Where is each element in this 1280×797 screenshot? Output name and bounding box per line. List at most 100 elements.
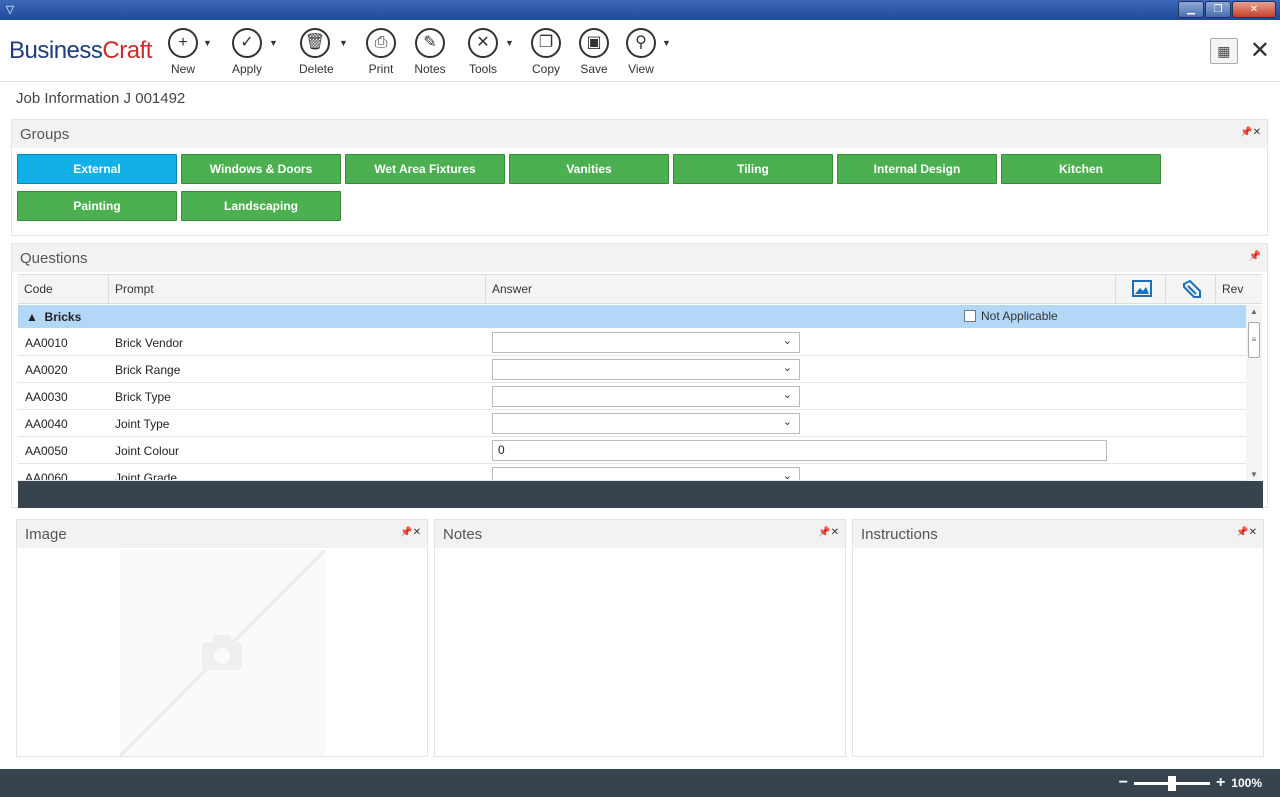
maximize-button[interactable]: ❐ bbox=[1205, 1, 1231, 18]
close-icon[interactable]: ✕ bbox=[1250, 39, 1270, 63]
copy-button[interactable]: ❐ Copy bbox=[530, 28, 562, 78]
delete-button[interactable]: 🗑 Delete ▼ bbox=[299, 28, 348, 78]
questions-title: Questions bbox=[20, 250, 88, 267]
instructions-panel: Instructions 📌✕ bbox=[852, 519, 1264, 757]
check-icon: ✓ bbox=[232, 28, 262, 58]
print-button[interactable]: ⎙ Print bbox=[365, 28, 397, 78]
group-external-button[interactable]: External bbox=[17, 154, 177, 184]
row-code: AA0030 bbox=[25, 390, 68, 404]
notes-button[interactable]: ✎ Notes bbox=[414, 28, 446, 78]
col-rev[interactable]: Rev bbox=[1215, 275, 1262, 304]
chevron-down-icon: ⌄ bbox=[782, 416, 792, 428]
col-code[interactable]: Code bbox=[18, 275, 108, 304]
image-panel: Image 📌✕ bbox=[16, 519, 428, 757]
group-tiling-button[interactable]: Tiling bbox=[673, 154, 833, 184]
copy-label: Copy bbox=[531, 62, 560, 76]
page-title: Job Information J 001492 bbox=[16, 90, 186, 107]
answer-dropdown[interactable]: ⌄ bbox=[492, 332, 800, 353]
zoom-slider[interactable] bbox=[1133, 775, 1210, 791]
image-title: Image bbox=[25, 526, 67, 543]
answer-text-input[interactable]: 0 bbox=[492, 440, 1107, 461]
tools-label: Tools bbox=[468, 62, 497, 76]
row-prompt: Brick Vendor bbox=[115, 336, 184, 350]
chevron-down-icon[interactable]: ▼ bbox=[662, 38, 671, 48]
pin-icon[interactable]: 📌 bbox=[1249, 251, 1261, 262]
row-prompt: Joint Colour bbox=[115, 444, 180, 458]
title-bar: ▽ ▁ ❐ ✕ bbox=[0, 0, 1280, 20]
checkbox[interactable] bbox=[964, 310, 976, 322]
group-landscaping-button[interactable]: Landscaping bbox=[181, 191, 341, 221]
scroll-up-icon[interactable]: ▲ bbox=[1246, 307, 1262, 316]
question-group-row[interactable]: ▲ Bricks Not Applicable bbox=[18, 305, 1246, 328]
notes-title: Notes bbox=[443, 526, 483, 543]
row-prompt: Brick Type bbox=[115, 390, 171, 404]
answer-dropdown[interactable]: ⌄ bbox=[492, 413, 800, 434]
logo: BusinessCraft bbox=[9, 37, 152, 65]
pin-close-icon[interactable]: 📌✕ bbox=[818, 527, 839, 538]
window-close-button[interactable]: ✕ bbox=[1232, 1, 1276, 18]
instructions-title: Instructions bbox=[861, 526, 938, 543]
col-answer[interactable]: Answer bbox=[485, 275, 1115, 304]
chevron-down-icon[interactable]: ▼ bbox=[505, 38, 514, 48]
scroll-down-icon[interactable]: ▼ bbox=[1246, 470, 1262, 479]
chevron-down-icon: ⌄ bbox=[782, 470, 792, 481]
print-label: Print bbox=[368, 62, 394, 76]
save-label: Save bbox=[580, 62, 608, 76]
zoom-in-icon[interactable]: + bbox=[1216, 775, 1225, 791]
trash-icon: 🗑 bbox=[300, 28, 330, 58]
save-button[interactable]: ▣ Save bbox=[578, 28, 610, 78]
group-vanities-button[interactable]: Vanities bbox=[509, 154, 669, 184]
toolbar-right: ▦ ✕ bbox=[1209, 38, 1270, 64]
row-code: AA0040 bbox=[25, 417, 68, 431]
window-controls: ▁ ❐ ✕ bbox=[1177, 1, 1276, 18]
group-kitchen-button[interactable]: Kitchen bbox=[1001, 154, 1161, 184]
answer-dropdown[interactable]: ⌄ bbox=[492, 359, 800, 380]
scroll-thumb[interactable]: ≡ bbox=[1248, 322, 1260, 358]
camera-placeholder-icon bbox=[120, 550, 325, 756]
tools-icon: ✕ bbox=[468, 28, 498, 58]
not-applicable-checkbox[interactable]: Not Applicable bbox=[964, 309, 1058, 323]
pin-close-icon[interactable]: 📌✕ bbox=[400, 527, 421, 538]
chevron-down-icon: ⌄ bbox=[782, 389, 792, 401]
zoom-slider-handle[interactable] bbox=[1167, 775, 1176, 791]
table-row: AA0060 Joint Grade ⌄ bbox=[18, 464, 1246, 481]
new-button[interactable]: + New ▼ bbox=[167, 28, 212, 78]
pin-close-icon[interactable]: 📌✕ bbox=[1236, 527, 1257, 538]
answer-dropdown[interactable]: ⌄ bbox=[492, 467, 800, 481]
tools-button[interactable]: ✕ Tools ▼ bbox=[467, 28, 514, 78]
row-code: AA0060 bbox=[25, 471, 68, 481]
logo-part-business: Business bbox=[9, 37, 103, 64]
zoom-out-icon[interactable]: − bbox=[1119, 775, 1128, 791]
image-column-icon[interactable] bbox=[1115, 275, 1165, 304]
magnifier-icon: ⚲ bbox=[626, 28, 656, 58]
col-prompt[interactable]: Prompt bbox=[108, 275, 485, 304]
group-wet-area-button[interactable]: Wet Area Fixtures bbox=[345, 154, 505, 184]
calculator-icon[interactable]: ▦ bbox=[1209, 38, 1238, 64]
chevron-down-icon: ⌄ bbox=[782, 335, 792, 347]
save-icon: ▣ bbox=[579, 28, 609, 58]
chevron-down-icon[interactable]: ▼ bbox=[203, 38, 212, 48]
table-row: AA0040 Joint Type ⌄ bbox=[18, 410, 1246, 437]
vertical-scrollbar[interactable]: ▲ ≡ ▼ bbox=[1246, 305, 1262, 481]
groups-title: Groups bbox=[20, 126, 70, 143]
apply-button[interactable]: ✓ Apply ▼ bbox=[231, 28, 278, 78]
pin-close-icon[interactable]: 📌✕ bbox=[1240, 127, 1261, 138]
group-painting-button[interactable]: Painting bbox=[17, 191, 177, 221]
answer-dropdown[interactable]: ⌄ bbox=[492, 386, 800, 407]
notes-panel: Notes 📌✕ bbox=[434, 519, 846, 757]
row-prompt: Joint Grade bbox=[115, 471, 178, 481]
group-windows-doors-button[interactable]: Windows & Doors bbox=[181, 154, 341, 184]
notes-label: Notes bbox=[414, 62, 446, 76]
chevron-down-icon[interactable]: ▼ bbox=[339, 38, 348, 48]
minimize-button[interactable]: ▁ bbox=[1178, 1, 1204, 18]
questions-panel: Questions 📌 Code Prompt Answer Rev ▲ Bri… bbox=[11, 243, 1268, 508]
view-button[interactable]: ⚲ View ▼ bbox=[625, 28, 671, 78]
chevron-down-icon[interactable]: ▼ bbox=[269, 38, 278, 48]
copy-icon: ❐ bbox=[531, 28, 561, 58]
row-code: AA0050 bbox=[25, 444, 68, 458]
note-column-icon[interactable] bbox=[1165, 275, 1215, 304]
plus-icon: + bbox=[168, 28, 198, 58]
note-edit-icon: ✎ bbox=[415, 28, 445, 58]
group-expander[interactable]: ▲ Bricks bbox=[26, 310, 81, 324]
group-internal-design-button[interactable]: Internal Design bbox=[837, 154, 997, 184]
